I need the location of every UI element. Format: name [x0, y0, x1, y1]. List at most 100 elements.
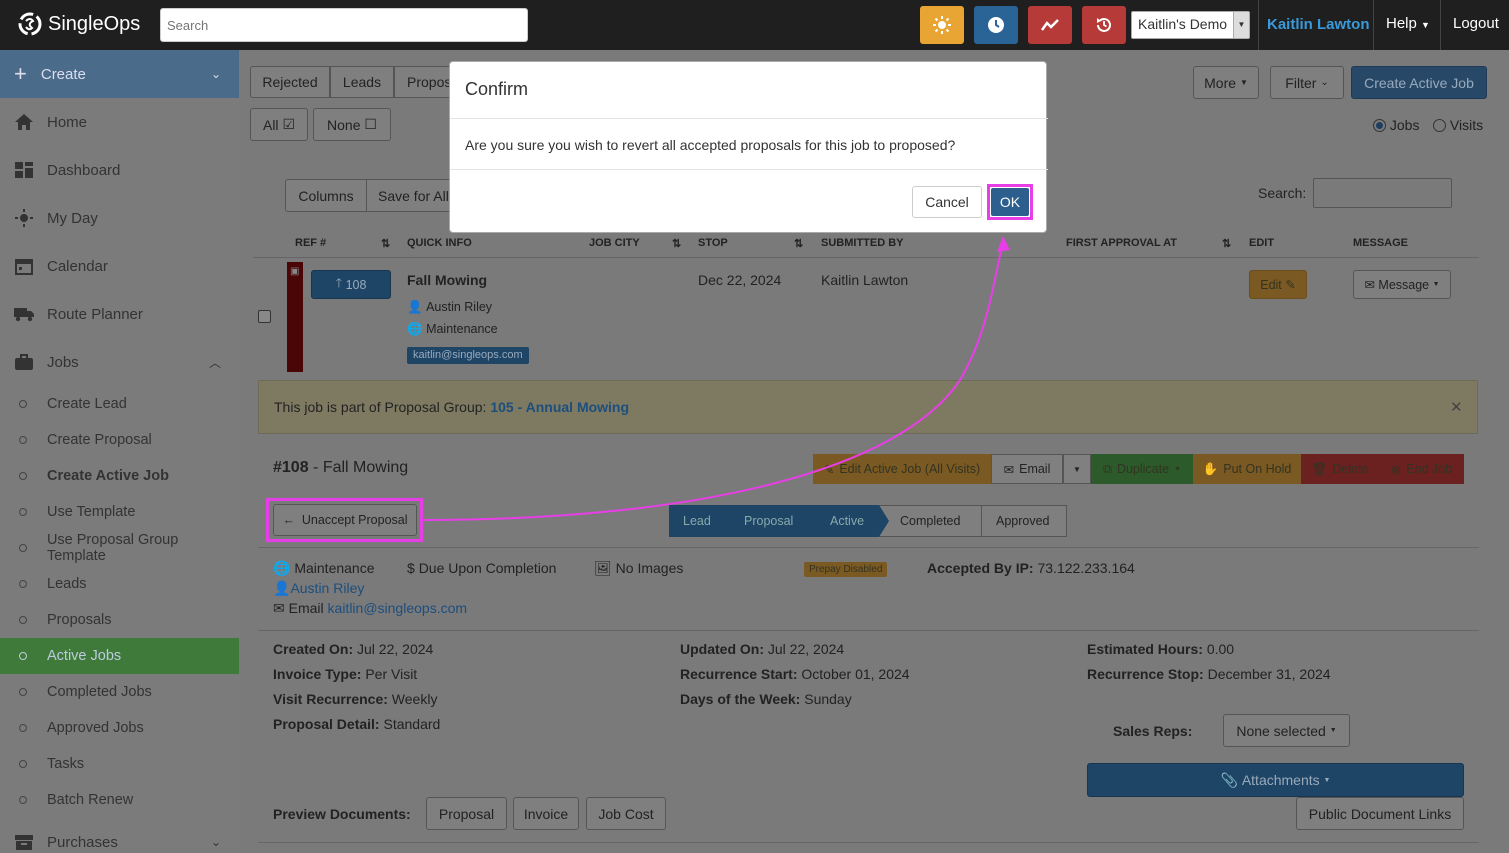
attachments-dropdown[interactable]: 📎 Attachments ▼ [1087, 763, 1464, 797]
create-active-job-button[interactable]: Create Active Job [1351, 66, 1487, 99]
put-on-hold-button[interactable]: ✋ Put On Hold [1193, 454, 1301, 484]
circle-icon [19, 580, 27, 588]
preview-job-cost-button[interactable]: Job Cost [586, 797, 666, 830]
public-document-links-button[interactable]: Public Document Links [1296, 797, 1464, 830]
columns-button[interactable]: Columns [285, 179, 367, 212]
email-button[interactable]: ✉ Email [991, 454, 1063, 484]
caret-down-icon: ▼ [1323, 776, 1331, 784]
sort-icon[interactable]: ⇅ [381, 237, 390, 250]
radio-visits[interactable]: Visits [1433, 117, 1483, 133]
col-header-ref[interactable]: REF # [295, 237, 326, 249]
col-header-stop[interactable]: STOP [698, 237, 728, 249]
row-checkbox[interactable] [258, 310, 271, 323]
proposal-group-link[interactable]: 105 - Annual Mowing [490, 399, 629, 415]
sidebar-item-purchases[interactable]: Purchases ⌄ [0, 822, 239, 853]
sidebar-subitem[interactable]: Create Proposal [0, 422, 239, 458]
sidebar-subitem[interactable]: Proposals [0, 602, 239, 638]
search-label: Search: [1258, 185, 1307, 201]
save-for-all-button[interactable]: Save for All [366, 179, 450, 212]
stage-lead: Lead [683, 514, 711, 528]
select-all-button[interactable]: All ☑ [250, 108, 308, 141]
dollar-icon: $ [407, 560, 415, 576]
preview-invoice-button[interactable]: Invoice [513, 797, 579, 830]
row-contact-name: Austin Riley [426, 300, 493, 314]
time-clock-button[interactable] [974, 6, 1018, 44]
sidebar-item-dashboard[interactable]: Dashboard [0, 150, 239, 190]
proposal-group-text: This job is part of Proposal Group: 105 … [274, 399, 629, 415]
row-message-dropdown[interactable]: ✉ Message ▼ [1353, 270, 1451, 299]
email-dropdown-toggle[interactable]: ▼ [1063, 454, 1091, 484]
job-title-link[interactable]: Fall Mowing [407, 272, 487, 288]
filter-dropdown[interactable]: Filter ⌄ [1270, 66, 1344, 99]
ref-number-button[interactable]: 🡑 108 [311, 270, 391, 299]
sidebar-subitem[interactable]: Create Active Job [0, 458, 239, 494]
sidebar-subitem[interactable]: Create Lead [0, 386, 239, 422]
reports-button[interactable] [1028, 6, 1072, 44]
table-search-input[interactable] [1313, 178, 1452, 208]
preview-proposal-button[interactable]: Proposal [426, 797, 507, 830]
col-header-edit: EDIT [1249, 237, 1275, 249]
sidebar-item-jobs[interactable]: Jobs ︿ [0, 342, 239, 382]
sidebar-subitem[interactable]: Use Proposal Group Template [0, 530, 239, 566]
sidebar-subitem[interactable]: Batch Renew [0, 782, 239, 818]
truck-icon [12, 304, 36, 324]
row-edit-button[interactable]: Edit ✎ [1249, 270, 1307, 299]
app-logo[interactable]: SingleOps [18, 12, 140, 36]
radio-unchecked-icon [1433, 119, 1446, 132]
sort-icon[interactable]: ⇅ [1222, 237, 1231, 250]
sidebar-subitem[interactable]: Leads [0, 566, 239, 602]
sidebar-subitem-label: Approved Jobs [47, 720, 144, 736]
caret-down-icon: ▼ [1432, 281, 1440, 288]
user-name-link[interactable]: Kaitlin Lawton [1267, 16, 1370, 33]
sort-icon[interactable]: ⇅ [794, 237, 803, 250]
sidebar-item-calendar[interactable]: Calendar [0, 246, 239, 286]
col-header-submitted-by[interactable]: SUBMITTED BY [821, 237, 904, 249]
contact-link[interactable]: Austin Riley [290, 580, 364, 596]
hand-icon: ✋ [1202, 461, 1219, 476]
sidebar-subitem-active[interactable]: Active Jobs [0, 638, 239, 674]
tab-rejected[interactable]: Rejected [250, 66, 330, 98]
sidebar-item-route-planner[interactable]: Route Planner [0, 294, 239, 334]
col-header-job-city[interactable]: JOB CITY [589, 237, 640, 249]
delete-button[interactable]: 🗑 Delete [1301, 454, 1379, 484]
tab-leads[interactable]: Leads [330, 66, 394, 98]
sales-reps-label: Sales Reps: [1113, 723, 1193, 739]
weather-button[interactable] [920, 6, 964, 44]
email-link[interactable]: kaitlin@singleops.com [328, 600, 468, 616]
radio-visits-label: Visits [1449, 117, 1484, 133]
global-search-input[interactable] [160, 8, 528, 42]
sidebar-create[interactable]: + Create ⌄ [0, 50, 239, 98]
ok-button[interactable]: OK [991, 188, 1029, 216]
invoice-type-label: Invoice Type: [273, 666, 362, 682]
sidebar-subitem[interactable]: Approved Jobs [0, 710, 239, 746]
plus-icon: + [14, 61, 27, 86]
email-badge[interactable]: kaitlin@singleops.com [407, 347, 529, 364]
account-select[interactable]: Kaitlin's Demo ▼ [1131, 11, 1250, 39]
created-on-label: Created On: [273, 641, 354, 657]
close-icon[interactable]: ✕ [1450, 398, 1463, 416]
sidebar-subitem-label: Use Template [47, 504, 136, 520]
select-none-button[interactable]: None ☐ [313, 108, 391, 141]
sidebar-item-home[interactable]: Home [0, 102, 239, 142]
logout-link[interactable]: Logout [1453, 15, 1499, 32]
cancel-button[interactable]: Cancel [912, 186, 982, 218]
col-header-first-approval[interactable]: FIRST APPROVAL AT [1066, 237, 1177, 249]
end-job-button[interactable]: ⊗ End Job [1379, 454, 1464, 484]
edit-active-job-button[interactable]: ✎ Edit Active Job (All Visits) [813, 454, 991, 484]
sort-icon[interactable]: ⇅ [672, 237, 681, 250]
sales-reps-dropdown[interactable]: None selected ▼ [1223, 714, 1350, 747]
caret-down-icon: ▼ [1073, 464, 1081, 474]
tab-proposals[interactable]: Propos [394, 66, 451, 98]
more-dropdown[interactable]: More ▼ [1193, 66, 1259, 99]
sidebar-subitem[interactable]: Completed Jobs [0, 674, 239, 710]
radio-jobs[interactable]: Jobs [1373, 117, 1419, 133]
help-menu[interactable]: Help ▼ [1386, 15, 1430, 32]
history-button[interactable] [1082, 6, 1126, 44]
sidebar-item-my-day[interactable]: My Day [0, 198, 239, 238]
col-header-quick-info[interactable]: QUICK INFO [407, 237, 472, 249]
sidebar-subitem[interactable]: Tasks [0, 746, 239, 782]
divider [1440, 0, 1441, 50]
sidebar-subitem[interactable]: Use Template [0, 494, 239, 530]
estimated-hours-label: Estimated Hours: [1087, 641, 1203, 657]
duplicate-dropdown[interactable]: ⧉ Duplicate ▼ [1091, 454, 1193, 484]
